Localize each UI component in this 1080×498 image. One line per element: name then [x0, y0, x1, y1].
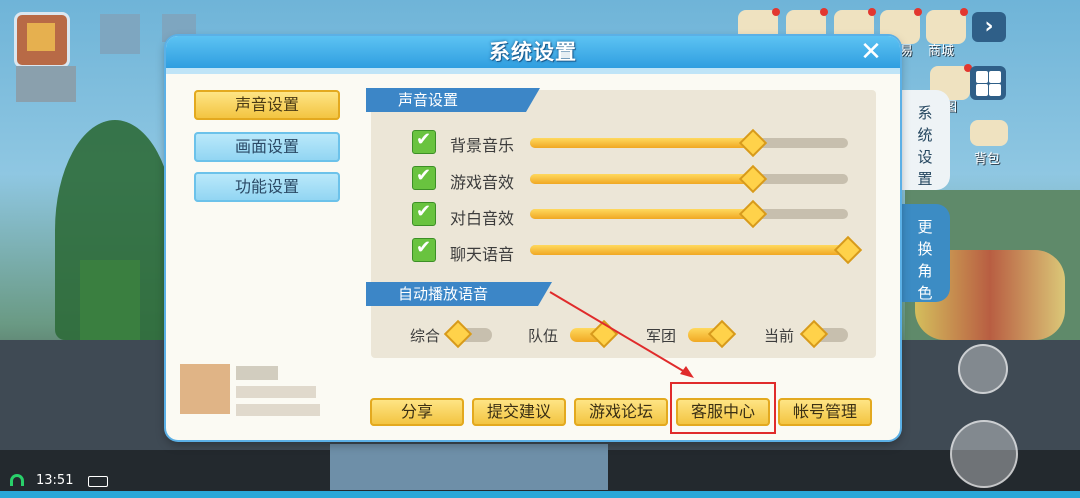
tab-change-character[interactable]: 更 换 角 色: [900, 204, 950, 302]
dialogue-checkbox[interactable]: [412, 201, 436, 226]
trade-label: 易: [900, 44, 914, 59]
bgm-label: 背景音乐: [450, 136, 515, 155]
status-bar: 13:51: [0, 472, 180, 492]
shop-label: 商城: [928, 44, 955, 59]
chat-voice-slider[interactable]: [530, 235, 863, 265]
share-button[interactable]: 分享: [370, 398, 464, 426]
autoplay-section-title: 自动播放语音: [366, 282, 552, 306]
background-tree-trunk: [80, 260, 140, 340]
expand-arrow-icon[interactable]: ›: [972, 12, 1006, 42]
grid-menu-icon[interactable]: [970, 66, 1006, 100]
toggle-legion-label: 军团: [646, 327, 677, 345]
dialog-title: 系统设置: [489, 40, 577, 64]
sfx-label: 游戏音效: [450, 173, 515, 192]
bgm-checkbox[interactable]: [412, 129, 436, 154]
toggle-legion[interactable]: [688, 319, 737, 349]
backpack-icon[interactable]: [970, 120, 1008, 146]
toggle-team[interactable]: [570, 319, 619, 349]
forum-button[interactable]: 游戏论坛: [574, 398, 668, 426]
toggle-team-label: 队伍: [528, 327, 559, 345]
player-info-bar: [16, 66, 76, 102]
backpack-label: 背包: [974, 152, 1001, 167]
tab-system-settings[interactable]: 系 统 设 置: [900, 90, 950, 190]
profile-avatar: [180, 364, 230, 414]
experience-bar: [0, 491, 1080, 498]
sfx-checkbox[interactable]: [412, 165, 436, 190]
bottom-chat-panel[interactable]: [330, 444, 608, 490]
feedback-button[interactable]: 提交建议: [472, 398, 566, 426]
tab-change-character-label: 更 换 角 色: [917, 218, 933, 302]
dialogue-slider[interactable]: [530, 199, 848, 229]
toggle-general[interactable]: [443, 319, 492, 349]
sound-section-title: 声音设置: [366, 88, 540, 112]
player-avatar[interactable]: [14, 12, 70, 68]
toggle-current-label: 当前: [764, 327, 795, 345]
clock: 13:51: [36, 473, 74, 488]
attack-button[interactable]: [950, 420, 1018, 488]
profile-name-placeholder: [236, 366, 278, 380]
wifi-icon: [10, 474, 24, 486]
menu-display-settings[interactable]: 画面设置: [194, 132, 340, 162]
account-management-button[interactable]: 帐号管理: [778, 398, 872, 426]
menu-function-settings[interactable]: 功能设置: [194, 172, 340, 202]
shop-icon[interactable]: [926, 8, 968, 44]
dialogue-label: 对白音效: [450, 209, 515, 228]
skill-button[interactable]: [958, 344, 1008, 394]
toggle-current[interactable]: [799, 319, 848, 349]
chat-voice-checkbox[interactable]: [412, 237, 436, 262]
close-button[interactable]: ✕: [856, 37, 886, 67]
sfx-slider[interactable]: [530, 164, 848, 194]
toggle-general-label: 综合: [410, 327, 441, 345]
settings-panel: [371, 90, 876, 358]
profile-detail-placeholder: [236, 404, 320, 416]
battery-icon: [88, 476, 108, 487]
buff-icon[interactable]: [100, 14, 140, 54]
profile-detail-placeholder: [236, 386, 316, 398]
menu-sound-settings[interactable]: 声音设置: [194, 90, 340, 120]
bgm-slider[interactable]: [530, 128, 848, 158]
customer-service-highlight: [670, 382, 776, 434]
tab-system-settings-label: 系 统 设 置: [917, 104, 933, 188]
chat-voice-label: 聊天语音: [450, 245, 515, 264]
